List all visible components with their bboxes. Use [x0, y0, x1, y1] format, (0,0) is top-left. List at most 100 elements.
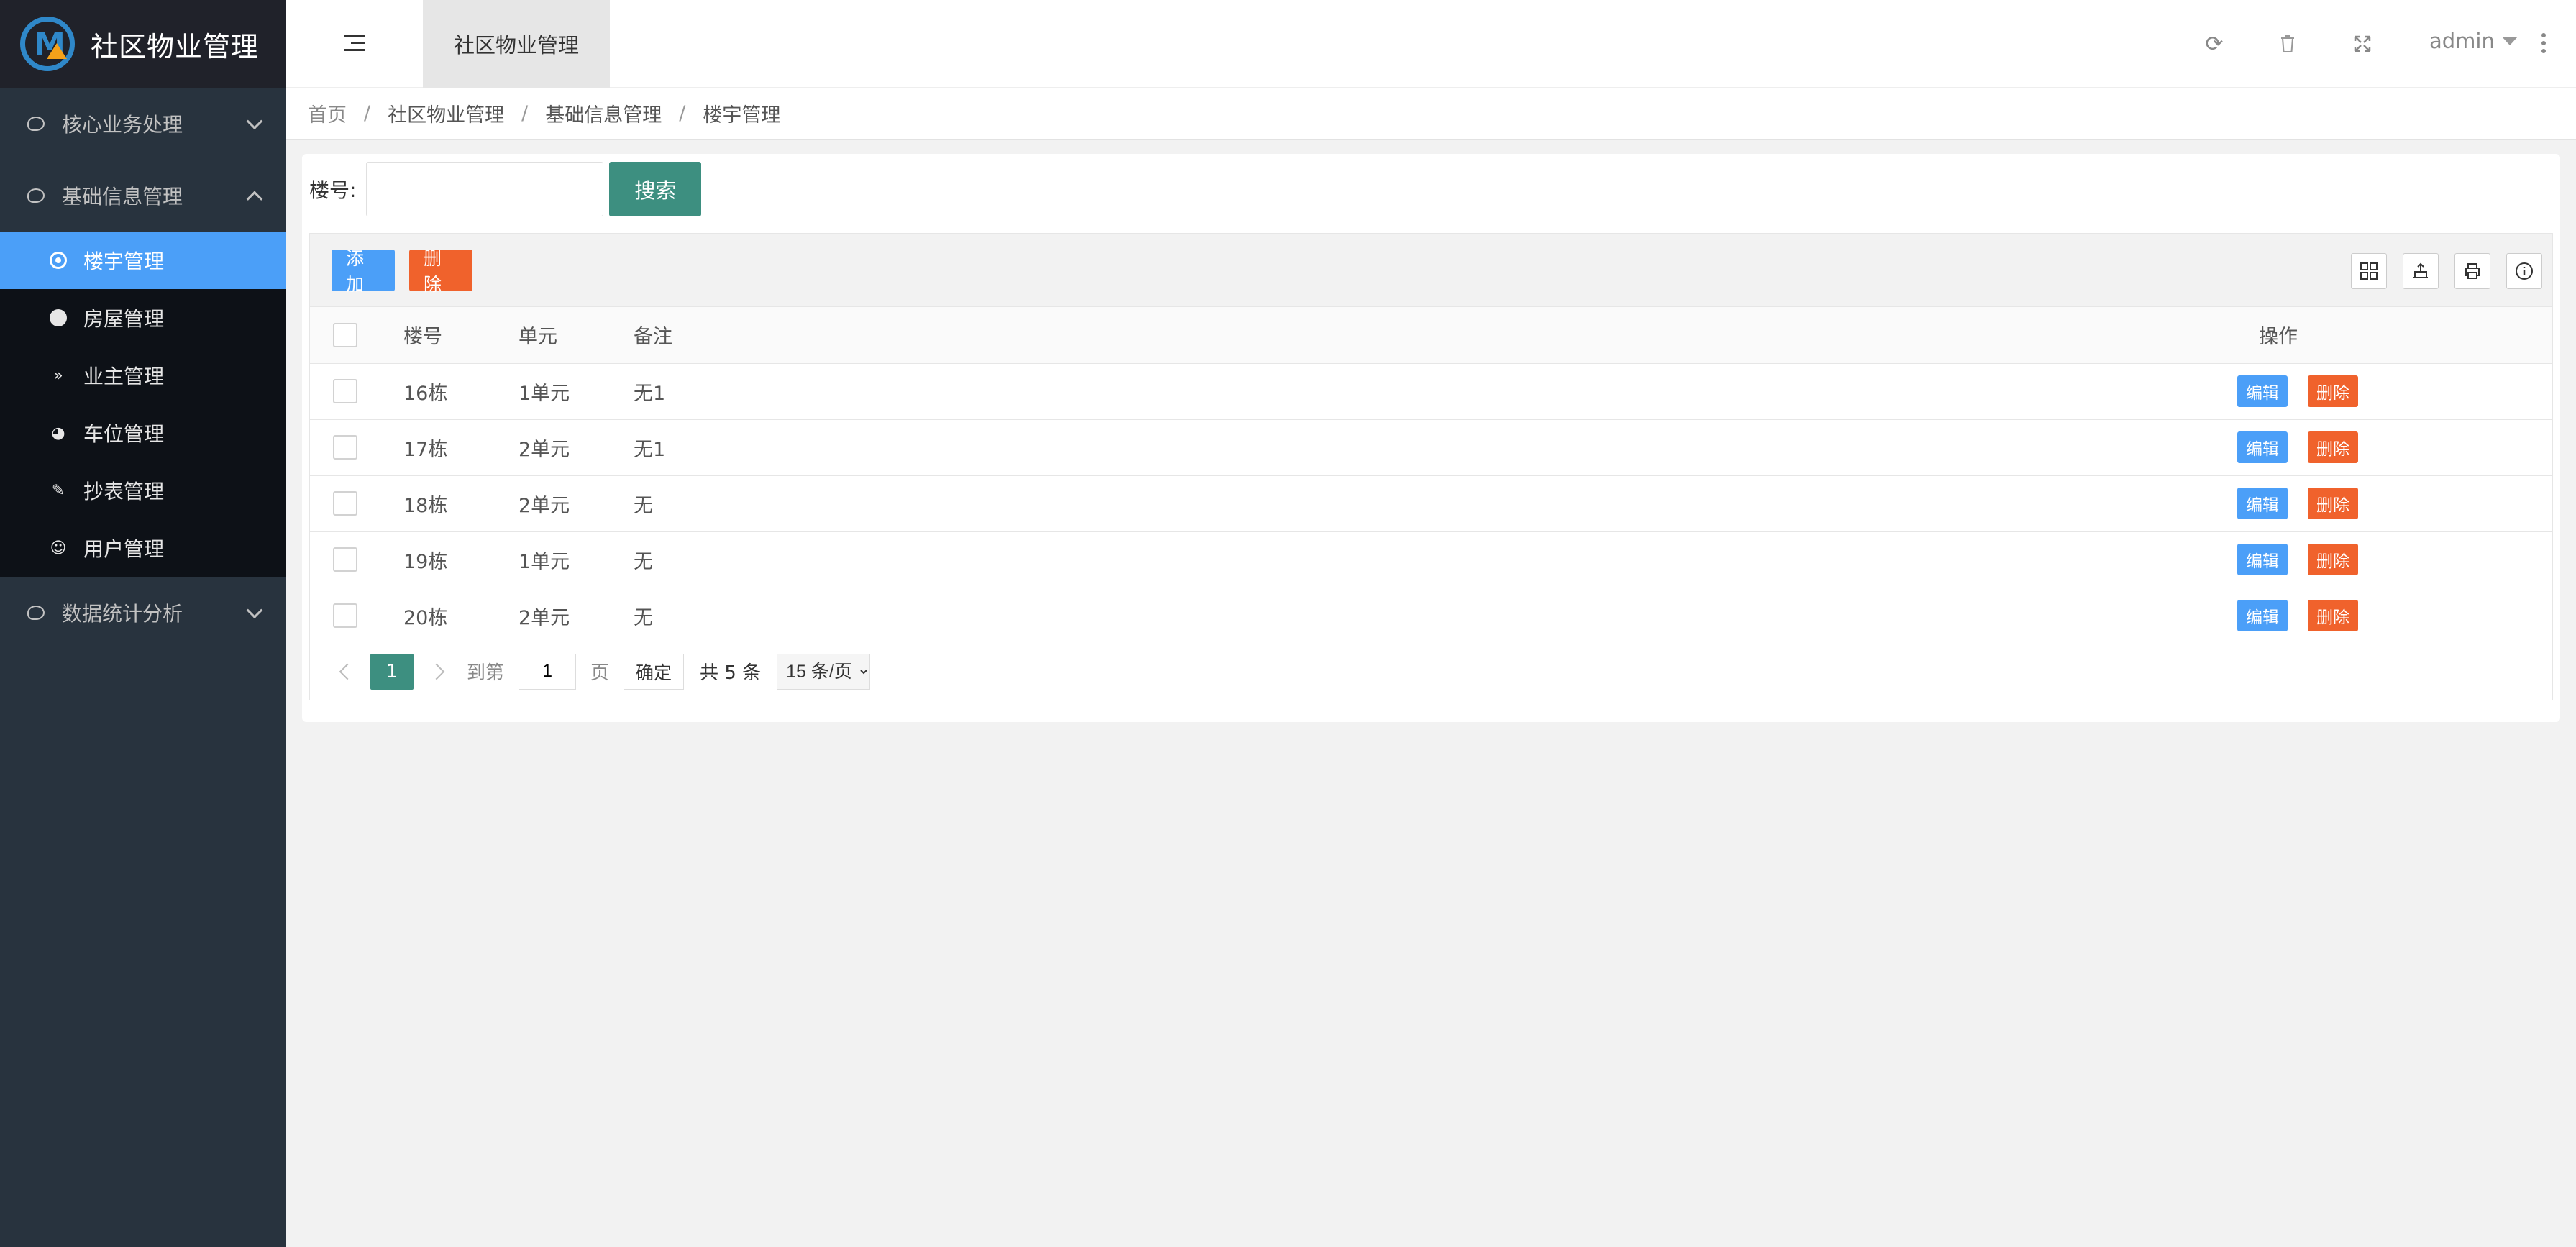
column-header[interactable]: 楼号 — [403, 307, 519, 364]
table-header-row: 楼号 单元 备注 操作 — [310, 307, 2552, 364]
search-button[interactable]: 搜索 — [609, 162, 702, 216]
delete-button[interactable]: 删除 — [2308, 375, 2358, 407]
cell-unit: 1单元 — [519, 363, 634, 420]
info-icon[interactable] — [2506, 253, 2542, 289]
row-checkbox[interactable] — [333, 379, 357, 403]
delete-button[interactable]: 删除 — [2308, 488, 2358, 519]
sidebar-item-parking[interactable]: ◕ 车位管理 — [0, 404, 286, 462]
print-icon[interactable] — [2454, 253, 2490, 289]
fullscreen-icon[interactable] — [2350, 32, 2375, 56]
cell-unit: 2单元 — [519, 588, 634, 644]
breadcrumb-home[interactable]: 首页 — [308, 99, 347, 127]
goto-label: 到第 — [467, 662, 505, 684]
sidebar: M 社区物业管理 核心业务处理 基础信息管理 楼宇管理 房屋管理 » 业主管理 … — [0, 0, 286, 1247]
row-checkbox[interactable] — [333, 603, 357, 628]
submenu-basic-info: 楼宇管理 房屋管理 » 业主管理 ◕ 车位管理 ✎ 抄表管理 ☺ 用户管理 — [0, 232, 286, 577]
page-confirm-button[interactable]: 确定 — [624, 653, 685, 690]
edit-icon: ✎ — [51, 481, 65, 500]
table-row: 19栋 1单元 无 编辑 删除 — [310, 531, 2552, 588]
page-jump-input[interactable] — [519, 653, 577, 690]
sidebar-item-label: 房屋管理 — [83, 307, 165, 331]
next-page-icon[interactable] — [428, 663, 445, 680]
user-circle-icon: ☺ — [50, 539, 67, 557]
delete-button[interactable]: 删除 — [2308, 600, 2358, 631]
cell-building: 18栋 — [403, 475, 519, 532]
target-icon — [49, 251, 68, 270]
cell-remark: 无1 — [634, 419, 1568, 476]
total-count: 共 5 条 — [700, 662, 762, 684]
page-suffix: 页 — [590, 662, 610, 684]
nav-group-label: 基础信息管理 — [62, 185, 183, 209]
row-checkbox[interactable] — [333, 435, 357, 460]
table-row: 20栋 2单元 无 编辑 删除 — [310, 588, 2552, 644]
row-checkbox[interactable] — [333, 547, 357, 572]
search-label: 楼号: — [309, 178, 357, 202]
delete-button[interactable]: 删除 — [2308, 544, 2358, 575]
user-menu[interactable]: admin — [2429, 29, 2518, 53]
nav-group-core[interactable]: 核心业务处理 — [0, 88, 286, 160]
batch-delete-button[interactable]: 删除 — [409, 248, 472, 295]
cell-remark: 无1 — [634, 363, 1568, 420]
sidebar-item-building[interactable]: 楼宇管理 — [0, 232, 286, 289]
building-table: 楼号 单元 备注 操作 16栋 1单元 无1 编辑 删除 17栋 2单元 无1 … — [310, 307, 2552, 644]
sidebar-item-user[interactable]: ☺ 用户管理 — [0, 519, 286, 577]
select-all-checkbox[interactable] — [333, 322, 357, 347]
chevron-down-icon — [246, 602, 263, 619]
cell-unit: 2单元 — [519, 475, 634, 532]
logo: M 社区物业管理 — [0, 0, 286, 88]
more-vertical-icon[interactable] — [2541, 33, 2546, 57]
menu-toggle-icon[interactable] — [344, 35, 365, 52]
sidebar-item-meter[interactable]: ✎ 抄表管理 — [0, 462, 286, 519]
chevron-down-icon — [246, 113, 263, 130]
page-size-select[interactable]: 15 条/页 — [777, 653, 871, 690]
sidebar-item-house[interactable]: 房屋管理 — [0, 289, 286, 347]
caret-down-icon — [2501, 37, 2518, 45]
edit-button[interactable]: 编辑 — [2237, 600, 2288, 631]
cell-remark: 无 — [634, 531, 1568, 588]
row-checkbox[interactable] — [333, 491, 357, 516]
top-header: 社区物业管理 ⟳ admin — [286, 0, 2576, 88]
column-header[interactable]: 单元 — [519, 307, 634, 364]
pagination: 1 到第 页 确定 共 5 条 15 条/页 — [310, 644, 2552, 699]
add-button[interactable]: 添加 — [332, 248, 395, 295]
cell-remark: 无 — [634, 475, 1568, 532]
cell-unit: 2单元 — [519, 419, 634, 476]
logo-icon: M — [20, 17, 75, 71]
double-chevron-icon: » — [53, 366, 63, 385]
edit-button[interactable]: 编辑 — [2237, 375, 2288, 407]
columns-icon[interactable] — [2351, 253, 2387, 289]
edit-button[interactable]: 编辑 — [2237, 544, 2288, 575]
nav-group-label: 核心业务处理 — [62, 113, 183, 137]
sidebar-item-label: 抄表管理 — [83, 480, 165, 503]
header-tab[interactable]: 社区物业管理 — [423, 0, 610, 88]
delete-button[interactable]: 删除 — [2308, 431, 2358, 463]
trash-icon[interactable] — [2275, 32, 2300, 56]
breadcrumb-item[interactable]: 社区物业管理 — [388, 99, 504, 127]
column-header[interactable]: 备注 — [634, 307, 1568, 364]
cell-building: 16栋 — [403, 363, 519, 420]
sidebar-item-label: 车位管理 — [83, 422, 165, 446]
nav-group-statistics[interactable]: 数据统计分析 — [0, 577, 286, 649]
home-circle-icon — [49, 309, 68, 327]
cell-building: 20栋 — [403, 588, 519, 644]
edit-button[interactable]: 编辑 — [2237, 431, 2288, 463]
prev-page-icon[interactable] — [339, 663, 356, 680]
cell-unit: 1单元 — [519, 531, 634, 588]
nav-group-label: 数据统计分析 — [62, 602, 183, 626]
cell-remark: 无 — [634, 588, 1568, 644]
bubble-icon — [27, 606, 45, 620]
table-row: 16栋 1单元 无1 编辑 删除 — [310, 363, 2552, 420]
content-card: 楼号: 搜索 添加 删除 楼号 单元 备注 操作 16栋 1单元 无1 编辑 删… — [302, 154, 2560, 722]
edit-button[interactable]: 编辑 — [2237, 488, 2288, 519]
sidebar-item-owner[interactable]: » 业主管理 — [0, 347, 286, 404]
export-icon[interactable] — [2403, 253, 2439, 289]
breadcrumb-item[interactable]: 基础信息管理 — [545, 99, 662, 127]
cell-building: 19栋 — [403, 531, 519, 588]
table-toolbar: 添加 删除 — [310, 234, 2552, 307]
page-current[interactable]: 1 — [370, 653, 414, 690]
refresh-icon[interactable]: ⟳ — [2202, 32, 2226, 57]
sidebar-item-label: 楼宇管理 — [83, 250, 165, 273]
nav-group-basic-info[interactable]: 基础信息管理 — [0, 160, 286, 232]
building-search-input[interactable] — [366, 162, 604, 216]
table-row: 17栋 2单元 无1 编辑 删除 — [310, 419, 2552, 476]
